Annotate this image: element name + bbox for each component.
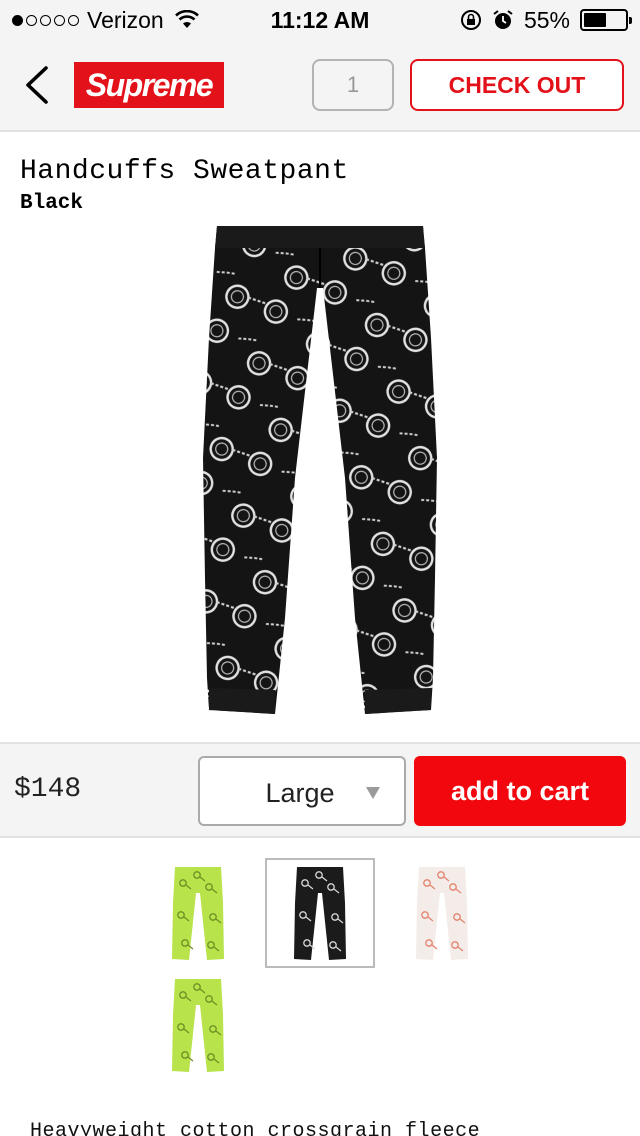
size-select[interactable]: Large bbox=[198, 756, 406, 826]
checkout-button[interactable]: CHECK OUT bbox=[410, 59, 624, 111]
product-title: Handcuffs Sweatpant bbox=[20, 156, 349, 187]
purchase-bar: $148 Large add to cart bbox=[0, 742, 640, 838]
orientation-lock-icon bbox=[460, 10, 481, 30]
product-color: Black bbox=[20, 192, 84, 215]
cart-quantity[interactable]: 1 bbox=[312, 59, 394, 111]
status-bar: Verizon 11:12 AM 55% bbox=[0, 0, 640, 40]
swatch-lime-alt[interactable] bbox=[143, 970, 253, 1080]
chevron-down-icon bbox=[366, 787, 380, 799]
swatch-white[interactable] bbox=[387, 858, 497, 968]
swatch-thumbnail bbox=[294, 867, 346, 960]
swatch-lime[interactable] bbox=[143, 858, 253, 968]
alarm-icon bbox=[493, 10, 513, 29]
product-image bbox=[203, 226, 437, 714]
battery-percent: 55% bbox=[523, 6, 570, 33]
add-to-cart-button[interactable]: add to cart bbox=[414, 756, 626, 826]
back-button[interactable] bbox=[18, 62, 58, 108]
swatch-thumbnail bbox=[172, 979, 224, 1072]
swatch-thumbnail bbox=[172, 867, 224, 960]
swatch-thumbnail bbox=[416, 867, 468, 960]
battery-level bbox=[584, 13, 606, 27]
product-description: Heavyweight cotton crossgrain fleece bbox=[30, 1120, 481, 1136]
swatch-black[interactable] bbox=[265, 858, 375, 968]
battery-icon bbox=[580, 9, 632, 31]
system-indicators: 55% bbox=[460, 6, 632, 34]
supreme-logo[interactable]: Supreme bbox=[74, 62, 224, 108]
price: $148 bbox=[14, 774, 82, 805]
nav-bar: Supreme 1 CHECK OUT bbox=[0, 40, 640, 132]
